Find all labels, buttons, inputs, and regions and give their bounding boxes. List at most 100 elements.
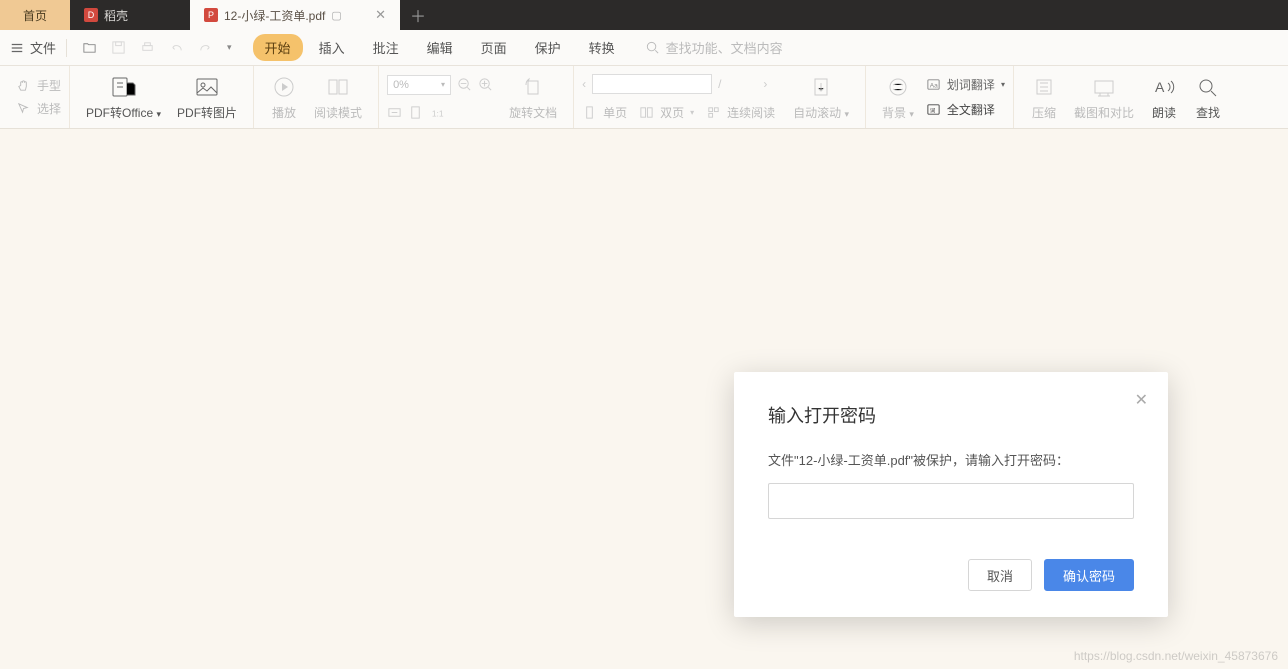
pdf-to-image-label: PDF转图片 [177, 104, 237, 121]
new-tab-button[interactable]: ＋ [400, 0, 436, 30]
play-button[interactable]: 播放 [262, 70, 306, 125]
open-icon[interactable] [77, 36, 102, 59]
menutab-insert[interactable]: 插入 [307, 34, 357, 61]
print-icon[interactable] [135, 36, 160, 59]
separator [66, 39, 67, 57]
single-page-label[interactable]: 单页 [603, 104, 627, 121]
menutab-convert[interactable]: 转换 [577, 34, 627, 61]
zoom-select[interactable]: 0% ▾ [387, 75, 451, 95]
zoom-out-icon[interactable] [457, 77, 472, 92]
confirm-button-label: 确认密码 [1063, 566, 1115, 585]
rotate-label: 旋转文档 [509, 104, 557, 121]
word-translate-label: 划词翻译 [947, 76, 995, 93]
zoom-in-icon[interactable] [478, 77, 493, 92]
menu-bar: 文件 ▾ 开始 插入 批注 编辑 页面 保护 转换 查找功能、文档内容 [0, 30, 1288, 66]
redo-icon[interactable] [193, 36, 218, 59]
full-translate[interactable]: 词全文翻译 [926, 101, 1005, 118]
password-dialog: ✕ 输入打开密码 文件"12-小绿-工资单.pdf"被保护，请输入打开密码： 取… [734, 372, 1168, 617]
screenshot-compare[interactable]: 截图和对比 [1066, 70, 1142, 125]
file-menu[interactable]: 文件 [10, 38, 56, 57]
quick-access-dropdown-icon[interactable]: ▾ [222, 38, 237, 57]
tab-bar: 首页 D 稻壳 P 12-小绿-工资单.pdf ▢ ✕ ＋ [0, 0, 1288, 30]
search-box[interactable]: 查找功能、文档内容 [645, 38, 783, 57]
password-input[interactable] [768, 483, 1134, 519]
read-aloud[interactable]: A 朗读 [1142, 70, 1186, 125]
pdf-file-icon: P [204, 8, 218, 22]
find-label: 查找 [1196, 104, 1220, 121]
save-icon[interactable] [106, 36, 131, 59]
pdf-to-office[interactable]: PDF转Office ▾ [78, 70, 169, 125]
chevron-down-icon: ▾ [441, 80, 445, 89]
background-label: 背景 [882, 106, 906, 120]
play-icon [270, 74, 298, 100]
svg-text:Aa: Aa [930, 82, 938, 89]
page-nav: ‹ / › [582, 74, 775, 94]
menu-tabs: 开始 插入 批注 编辑 页面 保护 转换 [253, 34, 627, 61]
fit-controls: 1:1 [387, 105, 493, 120]
menutab-start[interactable]: 开始 [253, 34, 303, 61]
page-layout-row: 单页 双页 ▾ 连续阅读 [582, 104, 775, 121]
menutab-annotate[interactable]: 批注 [361, 34, 411, 61]
select-tool[interactable]: 选择 [16, 100, 61, 117]
hamburger-icon [10, 41, 24, 55]
background[interactable]: 背景 ▾ [874, 70, 922, 125]
chevron-down-icon: ▾ [690, 108, 694, 117]
compress-icon [1030, 74, 1058, 100]
prev-page-icon[interactable]: ‹ [582, 77, 586, 91]
ribbon: 手型 选择 PDF转Office ▾ PDF转图片 播放 阅读模式 0% ▾ [0, 66, 1288, 129]
read-mode[interactable]: 阅读模式 [306, 70, 370, 125]
continuous-label[interactable]: 连续阅读 [727, 104, 775, 121]
single-page-icon [582, 105, 597, 120]
tab-window-icon[interactable]: ▢ [331, 9, 341, 22]
word-translate[interactable]: Aa 划词翻译 ▾ [926, 76, 1005, 93]
pdf-to-image[interactable]: PDF转图片 [169, 70, 245, 125]
screenshot-label: 截图和对比 [1074, 104, 1134, 121]
read-aloud-label: 朗读 [1152, 104, 1176, 121]
watermark: https://blog.csdn.net/weixin_45873676 [1074, 649, 1278, 663]
auto-scroll-icon [807, 74, 835, 100]
search-icon [645, 40, 660, 55]
undo-icon[interactable] [164, 36, 189, 59]
menutab-protect[interactable]: 保护 [523, 34, 573, 61]
chevron-down-icon: ▾ [845, 109, 850, 119]
play-label: 播放 [272, 104, 296, 121]
tab-home[interactable]: 首页 [0, 0, 70, 30]
dialog-close-icon[interactable]: ✕ [1135, 390, 1148, 410]
next-page-icon[interactable]: › [763, 77, 767, 91]
confirm-password-button[interactable]: 确认密码 [1044, 559, 1134, 591]
menutab-edit[interactable]: 编辑 [415, 34, 465, 61]
find[interactable]: 查找 [1186, 70, 1230, 125]
rotate-doc[interactable]: 旋转文档 [501, 70, 565, 125]
pdf-to-image-icon [193, 74, 221, 100]
fit-width-icon[interactable] [387, 105, 402, 120]
find-icon [1194, 74, 1222, 100]
read-aloud-icon: A [1150, 74, 1178, 100]
svg-text:1:1: 1:1 [432, 108, 444, 118]
dialog-title: 输入打开密码 [768, 402, 1134, 428]
compress-label: 压缩 [1032, 104, 1056, 121]
svg-text:词: 词 [930, 106, 936, 114]
hand-tool-label: 手型 [37, 77, 61, 94]
hand-tool[interactable]: 手型 [16, 77, 61, 94]
auto-scroll[interactable]: 自动滚动 ▾ [785, 70, 857, 125]
compress[interactable]: 压缩 [1022, 70, 1066, 125]
double-page-label[interactable]: 双页 [660, 104, 684, 121]
background-icon [884, 74, 912, 100]
tab-file-active[interactable]: P 12-小绿-工资单.pdf ▢ ✕ [190, 0, 400, 30]
zoom-controls: 0% ▾ [387, 75, 493, 95]
auto-scroll-label: 自动滚动 [793, 106, 841, 120]
file-menu-label: 文件 [30, 38, 56, 57]
fit-page-icon[interactable] [408, 105, 423, 120]
tab-shell[interactable]: D 稻壳 [70, 0, 190, 30]
menutab-page[interactable]: 页面 [469, 34, 519, 61]
chevron-down-icon: ▾ [1001, 80, 1005, 89]
tab-file-label: 12-小绿-工资单.pdf [224, 7, 325, 24]
page-input[interactable] [592, 74, 712, 94]
cancel-button[interactable]: 取消 [968, 559, 1032, 591]
actual-size-icon[interactable]: 1:1 [429, 105, 444, 120]
tab-close-icon[interactable]: ✕ [375, 7, 386, 23]
shell-icon: D [84, 8, 98, 22]
zoom-value: 0% [393, 79, 409, 91]
read-mode-icon [324, 74, 352, 100]
pdf-to-office-icon [110, 74, 138, 100]
